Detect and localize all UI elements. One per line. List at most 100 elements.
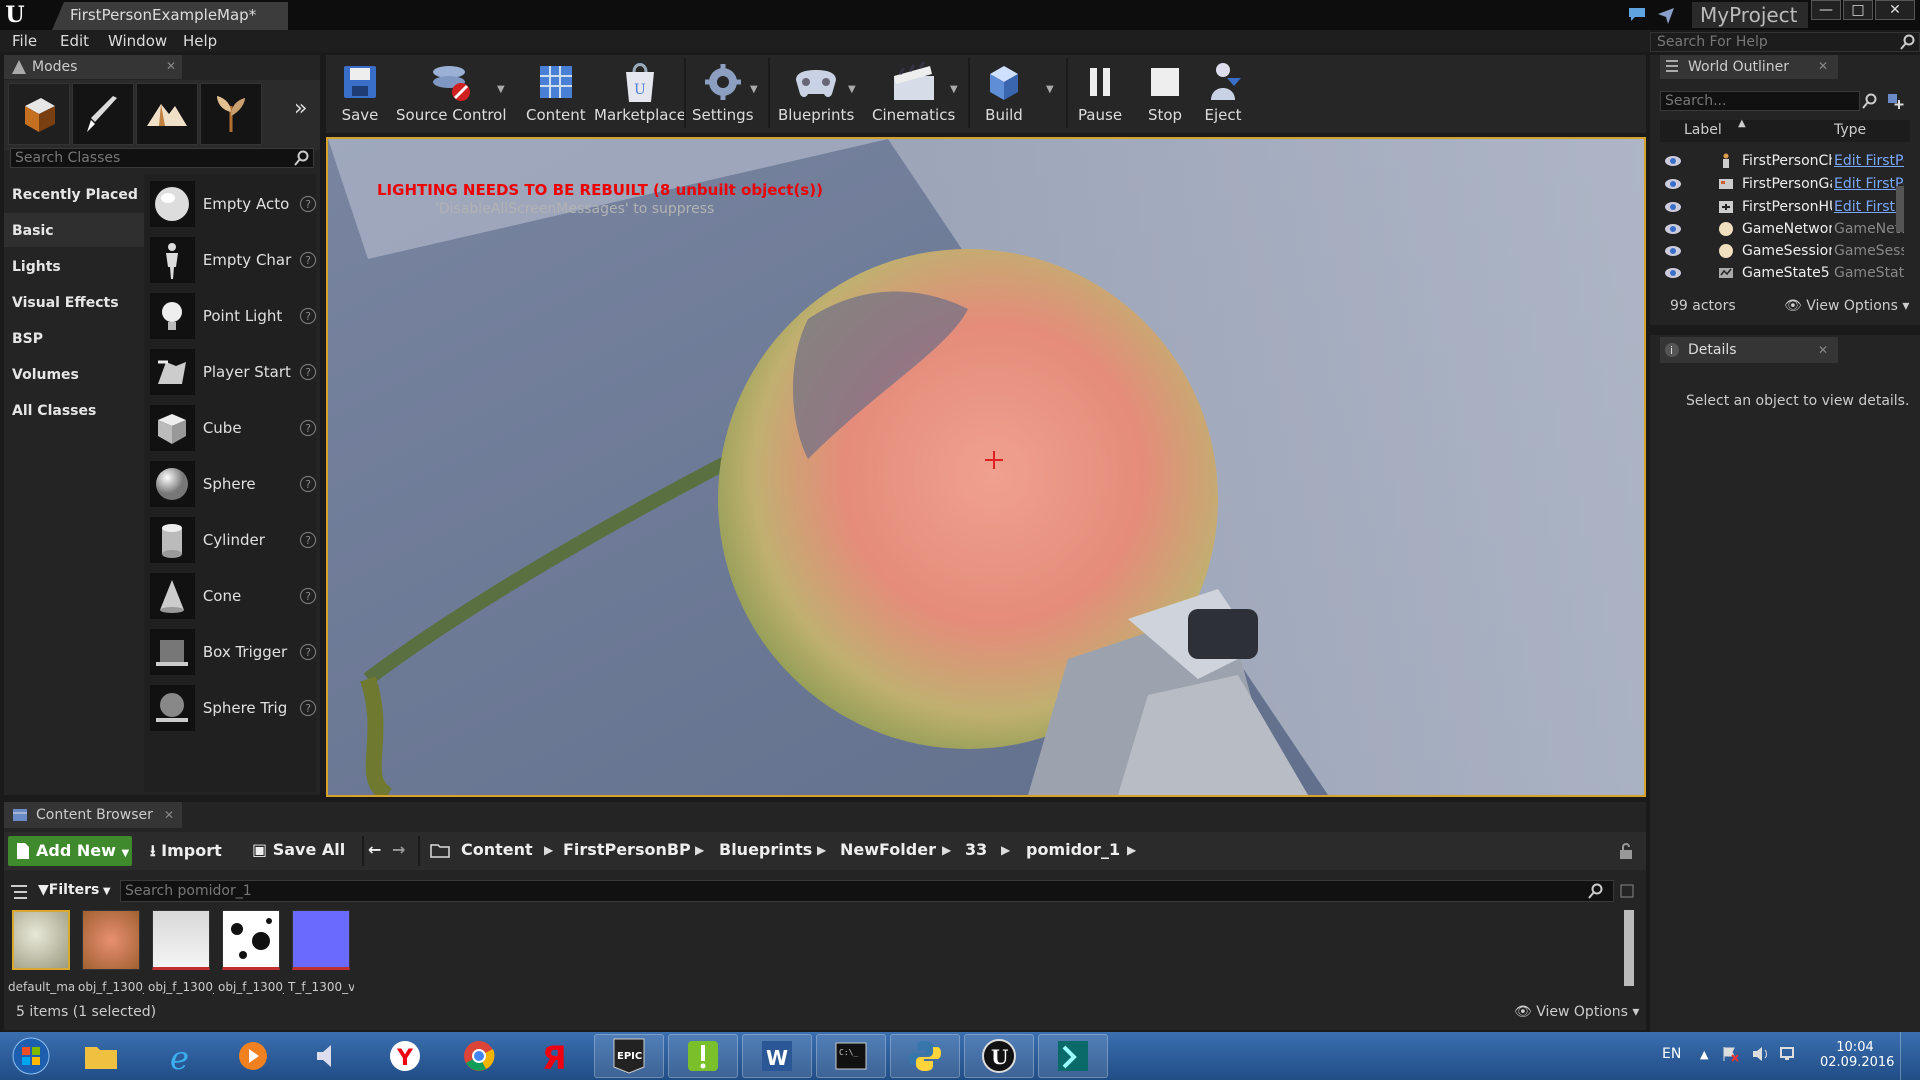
mode-paint-button[interactable]: [72, 83, 134, 145]
breadcrumb-separator-icon[interactable]: ▶: [1001, 843, 1010, 857]
taskbar-yandex-browser[interactable]: Y: [370, 1034, 440, 1078]
breadcrumb-33[interactable]: 33: [965, 840, 987, 859]
menu-help[interactable]: Help: [183, 32, 217, 50]
category-volumes[interactable]: Volumes: [4, 357, 144, 391]
outliner-search-input[interactable]: Search...: [1660, 91, 1860, 111]
outliner-row-type-link[interactable]: Edit FirstPersonCharacter: [1834, 153, 1904, 169]
asset-diffuse-texture[interactable]: [82, 910, 140, 970]
category-basic[interactable]: Basic: [4, 213, 144, 247]
forward-arrow-icon[interactable]: →: [392, 840, 405, 859]
asset-ao-texture[interactable]: [152, 910, 210, 970]
details-tab-close-icon[interactable]: ✕: [1818, 343, 1828, 357]
category-recently-placed[interactable]: Recently Placed: [4, 177, 144, 211]
visibility-eye-icon[interactable]: [1664, 244, 1682, 258]
class-item-empty-character[interactable]: Empty Char ?: [150, 235, 317, 285]
asset-normal-texture[interactable]: [292, 910, 350, 970]
world-outliner-tab[interactable]: World Outliner: [1660, 55, 1838, 79]
help-search-input[interactable]: Search For Help: [1650, 32, 1920, 52]
search-icon[interactable]: [1900, 34, 1916, 50]
taskbar-cmd[interactable]: C:\_: [816, 1034, 886, 1078]
outliner-view-options[interactable]: 👁 View Options ▾: [1784, 298, 1909, 314]
outliner-row[interactable]: GameNetworkManager GameNetworkManager: [1660, 219, 1910, 241]
details-tab[interactable]: Details: [1660, 337, 1838, 363]
level-viewport[interactable]: [326, 137, 1646, 797]
class-item-point-light[interactable]: Point Light ?: [150, 291, 317, 341]
asset-default-material[interactable]: [12, 910, 70, 970]
build-button[interactable]: Build: [980, 58, 1028, 124]
help-icon[interactable]: ?: [300, 644, 317, 660]
content-browser-tab[interactable]: Content Browser: [4, 802, 182, 828]
search-classes-input[interactable]: Search Classes: [10, 148, 314, 168]
save-search-icon[interactable]: [1620, 884, 1634, 898]
help-icon[interactable]: ?: [300, 588, 317, 604]
document-tab[interactable]: FirstPersonExampleMap*: [52, 2, 288, 30]
class-item-sphere[interactable]: Sphere ?: [150, 459, 317, 509]
help-icon[interactable]: ?: [300, 420, 317, 436]
breadcrumb-firstpersonbp[interactable]: FirstPersonBP: [563, 840, 691, 859]
content-browser-close-icon[interactable]: ✕: [164, 808, 174, 822]
start-button[interactable]: [6, 1034, 56, 1078]
tray-expand-icon[interactable]: ▲: [1700, 1048, 1708, 1061]
build-dropdown-icon[interactable]: ▼: [1046, 84, 1054, 95]
pause-button[interactable]: Pause: [1076, 58, 1124, 124]
outliner-row[interactable]: FirstPersonGameMode Edit FirstPersonGame…: [1660, 174, 1910, 196]
class-item-empty-actor[interactable]: Empty Acto ?: [150, 179, 317, 229]
cinematics-dropdown-icon[interactable]: ▼: [950, 84, 958, 95]
class-item-sphere-trigger[interactable]: Sphere Trig ?: [150, 683, 317, 733]
visibility-eye-icon[interactable]: [1664, 177, 1682, 191]
class-item-cube[interactable]: Cube ?: [150, 403, 317, 453]
breadcrumb-blueprints[interactable]: Blueprints: [719, 840, 812, 859]
taskbar-python[interactable]: [890, 1034, 960, 1078]
taskbar-word[interactable]: W: [742, 1034, 812, 1078]
help-icon[interactable]: ?: [300, 364, 317, 380]
taskbar-yandex[interactable]: Я: [518, 1034, 588, 1078]
import-button[interactable]: ⭳ Import: [150, 840, 222, 867]
visibility-eye-icon[interactable]: [1664, 154, 1682, 168]
show-desktop-button[interactable]: [1900, 1032, 1920, 1080]
asset-mask-texture[interactable]: [222, 910, 280, 970]
unreal-logo-icon[interactable]: U: [0, 0, 30, 30]
taskbar-green-app[interactable]: [668, 1034, 738, 1078]
save-all-button[interactable]: ▣ Save All: [252, 840, 345, 859]
help-icon[interactable]: ?: [300, 196, 317, 212]
outliner-row[interactable]: GameSession GameSession: [1660, 241, 1910, 263]
taskbar-explorer[interactable]: [66, 1034, 136, 1078]
breadcrumb-separator-icon[interactable]: ▶: [544, 843, 553, 857]
help-icon[interactable]: ?: [300, 700, 317, 716]
category-all-classes[interactable]: All Classes: [4, 393, 144, 427]
lock-icon[interactable]: [1618, 842, 1634, 860]
menu-window[interactable]: Window: [108, 32, 167, 50]
mode-foliage-button[interactable]: [200, 83, 262, 145]
close-button[interactable]: ✕: [1875, 0, 1915, 20]
cinematics-button[interactable]: Cinematics: [872, 58, 955, 124]
visibility-eye-icon[interactable]: [1664, 266, 1682, 280]
chat-icon[interactable]: [1628, 6, 1646, 22]
category-lights[interactable]: Lights: [4, 249, 144, 283]
category-visual-effects[interactable]: Visual Effects: [4, 285, 144, 319]
breadcrumb-pomidor-1[interactable]: pomidor_1: [1026, 840, 1120, 859]
content-search-input[interactable]: Search pomidor_1: [120, 880, 1614, 902]
filters-button[interactable]: ▼Filters ▼: [38, 882, 111, 898]
outliner-tab-close-icon[interactable]: ✕: [1818, 59, 1828, 73]
content-view-options[interactable]: 👁 View Options ▾: [1514, 1004, 1639, 1020]
menu-file[interactable]: File: [12, 32, 37, 50]
taskbar-epic-launcher[interactable]: EPIC: [594, 1034, 664, 1078]
help-icon[interactable]: ?: [300, 476, 317, 492]
breadcrumb-separator-icon[interactable]: ▶: [695, 843, 704, 857]
taskbar-3d-app[interactable]: [1038, 1034, 1108, 1078]
column-type[interactable]: Type: [1834, 122, 1866, 138]
breadcrumb-separator-icon[interactable]: ▶: [942, 843, 951, 857]
marketplace-button[interactable]: U Marketplace: [594, 58, 686, 124]
class-item-box-trigger[interactable]: Box Trigger ?: [150, 627, 317, 677]
stop-button[interactable]: Stop: [1141, 58, 1189, 124]
tray-clock[interactable]: 10:04 02.09.2016: [1820, 1040, 1894, 1070]
settings-button[interactable]: Settings: [692, 58, 754, 124]
breadcrumb-separator-icon[interactable]: ▶: [1127, 843, 1136, 857]
outliner-row-type-link[interactable]: Edit FirstPersonGameMode: [1834, 176, 1904, 192]
back-arrow-icon[interactable]: ←: [368, 840, 381, 859]
source-control-dropdown-icon[interactable]: ▼: [497, 84, 505, 95]
sources-toggle-icon[interactable]: [10, 884, 28, 900]
class-item-player-start[interactable]: Player Start ?: [150, 347, 317, 397]
outliner-scrollbar[interactable]: [1896, 186, 1904, 232]
help-icon[interactable]: ?: [300, 532, 317, 548]
